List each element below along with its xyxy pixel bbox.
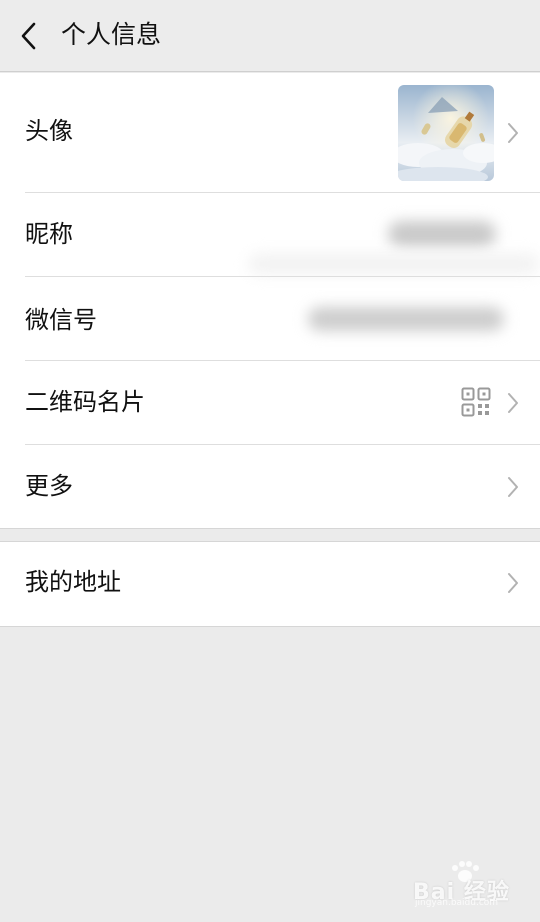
redaction-overlay [248,253,540,275]
qr-card-label: 二维码名片 [25,388,145,416]
chevron-right-icon [506,122,520,144]
more-label: 更多 [25,472,73,500]
watermark-url: jingyan.baidu.com [415,898,499,908]
my-address-row[interactable]: 我的地址 [0,542,540,626]
profile-section: 头像 昵称 微信号 二维码名片 更多 [0,73,540,529]
chevron-right-icon [506,476,520,498]
wechat-id-label: 微信号 [25,306,97,334]
nickname-label: 昵称 [25,220,73,248]
chevron-left-icon [21,22,36,50]
nav-bar: 个人信息 [0,0,540,72]
nickname-row[interactable]: 昵称 [0,193,540,276]
qr-card-row[interactable]: 二维码名片 [0,361,540,444]
address-section: 我的地址 [0,541,540,627]
chevron-right-icon [506,572,520,594]
avatar-image[interactable] [398,85,494,181]
avatar-label: 头像 [25,117,73,145]
chevron-right-icon [506,392,520,414]
avatar-row[interactable]: 头像 [0,73,540,193]
nickname-value-redacted [388,221,496,247]
page-title: 个人信息 [61,20,162,49]
back-button[interactable] [12,18,48,54]
more-row[interactable]: 更多 [0,445,540,528]
wechat-id-value-redacted [308,307,504,331]
qr-code-icon [461,387,491,417]
wechat-id-row[interactable]: 微信号 [0,277,540,360]
my-address-label: 我的地址 [25,568,121,596]
baidu-jingyan-watermark: Bai 经验 jingyan.baidu.com [413,860,533,910]
